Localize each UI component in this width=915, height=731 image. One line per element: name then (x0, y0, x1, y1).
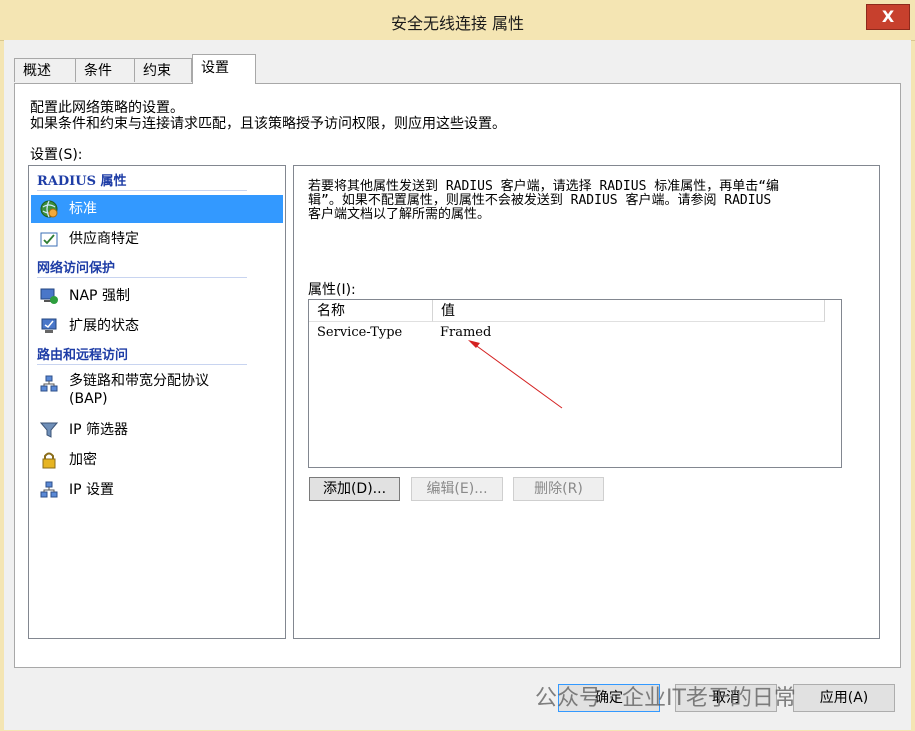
edit-button[interactable]: 编辑(E)... (411, 477, 503, 501)
add-button[interactable]: 添加(D)... (309, 477, 400, 501)
annotation-arrow (468, 340, 563, 409)
watermark: 公众号 · 企业IT老于的日常 (535, 686, 796, 711)
tab-settings[interactable]: 设置 (192, 54, 256, 84)
apply-button[interactable]: 应用(A) (793, 684, 895, 712)
delete-button[interactable]: 删除(R) (513, 477, 604, 501)
